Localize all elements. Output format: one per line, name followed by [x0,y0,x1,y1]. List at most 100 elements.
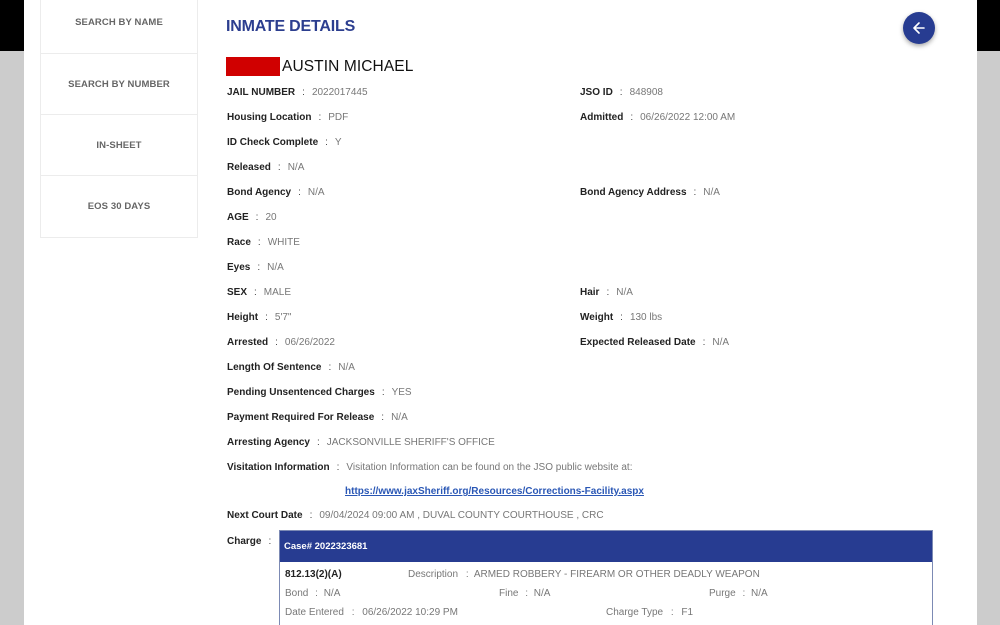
charge-fine: Fine : N/A [499,588,550,599]
field-separator: : [298,187,301,198]
charge-card: Case# 2022323681 812.13(2)(A) Descriptio… [279,530,933,625]
field-jail-number: JAIL NUMBER:2022017445 [227,87,368,98]
field-jso-id: JSO ID:848908 [580,87,663,98]
field-separator: : [277,162,281,173]
sidebar-item-search-by-name[interactable]: SEARCH BY NAME [41,0,197,54]
date-entered-label: Date Entered [285,607,344,618]
field-separator: : [351,607,355,618]
charge-type-value: F1 [681,607,694,618]
description-value: ARMED ROBBERY - FIREARM OR OTHER DEADLY … [473,569,760,580]
field-separator: : [525,588,529,599]
field-label: Race [227,237,251,248]
field-label: JAIL NUMBER [227,87,296,98]
field-age: AGE:20 [227,212,277,223]
field-arrested: Arrested:06/26/2022 [227,337,335,348]
purge-value: N/A [751,588,768,599]
field-expected-released-date: Expected Released Date: N/A [580,337,729,348]
field-label: Released [227,162,271,173]
field-bond-agency-address: Bond Agency Address: N/A [580,187,720,198]
charge-description: Description : ARMED ROBBERY - FIREARM OR… [408,569,760,580]
field-value: 06/26/2022 [284,337,335,348]
sidebar-item-in-sheet[interactable]: IN-SHEET [41,115,197,176]
field-separator: : [742,588,746,599]
sidebar: SEARCH BY NAME SEARCH BY NUMBER IN-SHEET… [40,0,198,238]
field-separator: : [309,510,313,521]
field-value: N/A [391,412,408,423]
field-value: YES [391,387,412,398]
field-separator: : [465,569,469,580]
date-entered-value: 06/26/2022 10:29 PM [362,607,458,618]
purge-label: Purge [709,588,736,599]
field-label: Next Court Date [227,510,303,521]
field-value: 20 [265,212,277,223]
case-number-header: Case# 2022323681 [280,531,932,562]
field-value: 09/04/2024 09:00 AM , DUVAL COUNTY COURT… [319,510,604,521]
fine-value: N/A [533,588,551,599]
field-separator: : [257,262,261,273]
field-hair: Hair: N/A [580,287,633,298]
field-separator: : [318,112,322,123]
field-value: N/A [307,187,325,198]
field-separator: : [336,462,340,473]
field-separator: : [630,112,634,123]
field-separator: : [328,362,332,373]
inmate-name: AUSTIN MICHAEL [282,57,414,75]
sidebar-item-eos-30-days[interactable]: EOS 30 DAYS [41,176,197,237]
field-label: AGE [227,212,249,223]
field-released: Released: N/A [227,162,304,173]
field-id-check-complete: ID Check Complete: Y [227,137,342,148]
field-separator: : [619,87,623,98]
redacted-last-name [226,57,280,76]
field-separator: : [254,287,257,298]
field-value: JACKSONVILLE SHERIFF'S OFFICE [326,437,495,448]
charge-statute: 812.13(2)(A) [285,569,342,580]
field-value: N/A [703,187,720,198]
field-length-of-sentence: Length Of Sentence: N/A [227,362,355,373]
page: SEARCH BY NAME SEARCH BY NUMBER IN-SHEET… [24,0,977,625]
field-separator: : [268,536,272,547]
charge-bond: Bond : N/A [285,588,340,599]
field-label: Arrested [227,337,269,348]
field-separator: : [670,607,674,618]
field-arresting-agency: Arresting Agency: JACKSONVILLE SHERIFF'S … [227,437,495,448]
field-value: 2022017445 [311,87,368,98]
description-label: Description [408,569,459,580]
field-value: Y [334,137,342,148]
field-value: N/A [616,287,633,298]
field-value: N/A [287,162,305,173]
field-label: Expected Released Date [580,337,696,348]
field-label: Admitted [580,112,624,123]
arrow-left-icon [913,22,925,34]
visitation-link[interactable]: https://www.jaxSheriff.org/Resources/Cor… [345,486,644,497]
field-label: Height [227,312,259,323]
field-housing-location: Housing Location: PDF [227,112,348,123]
charge-date-entered: Date Entered : 06/26/2022 10:29 PM [285,607,458,618]
inmate-name-row: AUSTIN MICHAEL [226,57,413,76]
field-value: N/A [712,337,730,348]
field-label: SEX [227,287,248,298]
field-value: Visitation Information can be found on t… [346,462,633,473]
field-separator: : [302,87,305,98]
field-charge: Charge: [227,536,278,547]
field-label: Visitation Information [227,462,330,473]
field-eyes: Eyes: N/A [227,262,284,273]
back-button[interactable] [903,12,935,44]
field-separator: : [693,187,697,198]
field-height: Height:5'7" [227,312,291,323]
field-value: 130 lbs [629,312,663,323]
field-separator: : [255,212,259,223]
field-separator: : [265,312,268,323]
field-separator: : [257,237,261,248]
field-value: N/A [267,262,284,273]
field-sex: SEX: MALE [227,287,291,298]
field-label: Payment Required For Release [227,412,375,423]
field-admitted: Admitted:06/26/2022 12:00 AM [580,112,735,123]
field-label: Hair [580,287,600,298]
charge-purge: Purge : N/A [709,588,768,599]
bond-label: Bond [285,588,309,599]
field-visitation-information: Visitation Information: Visitation Inform… [227,462,633,473]
field-value: 06/26/2022 12:00 AM [640,112,736,123]
sidebar-item-search-by-number[interactable]: SEARCH BY NUMBER [41,54,197,115]
window-edge-left [0,0,24,51]
page-title: INMATE DETAILS [226,18,356,35]
